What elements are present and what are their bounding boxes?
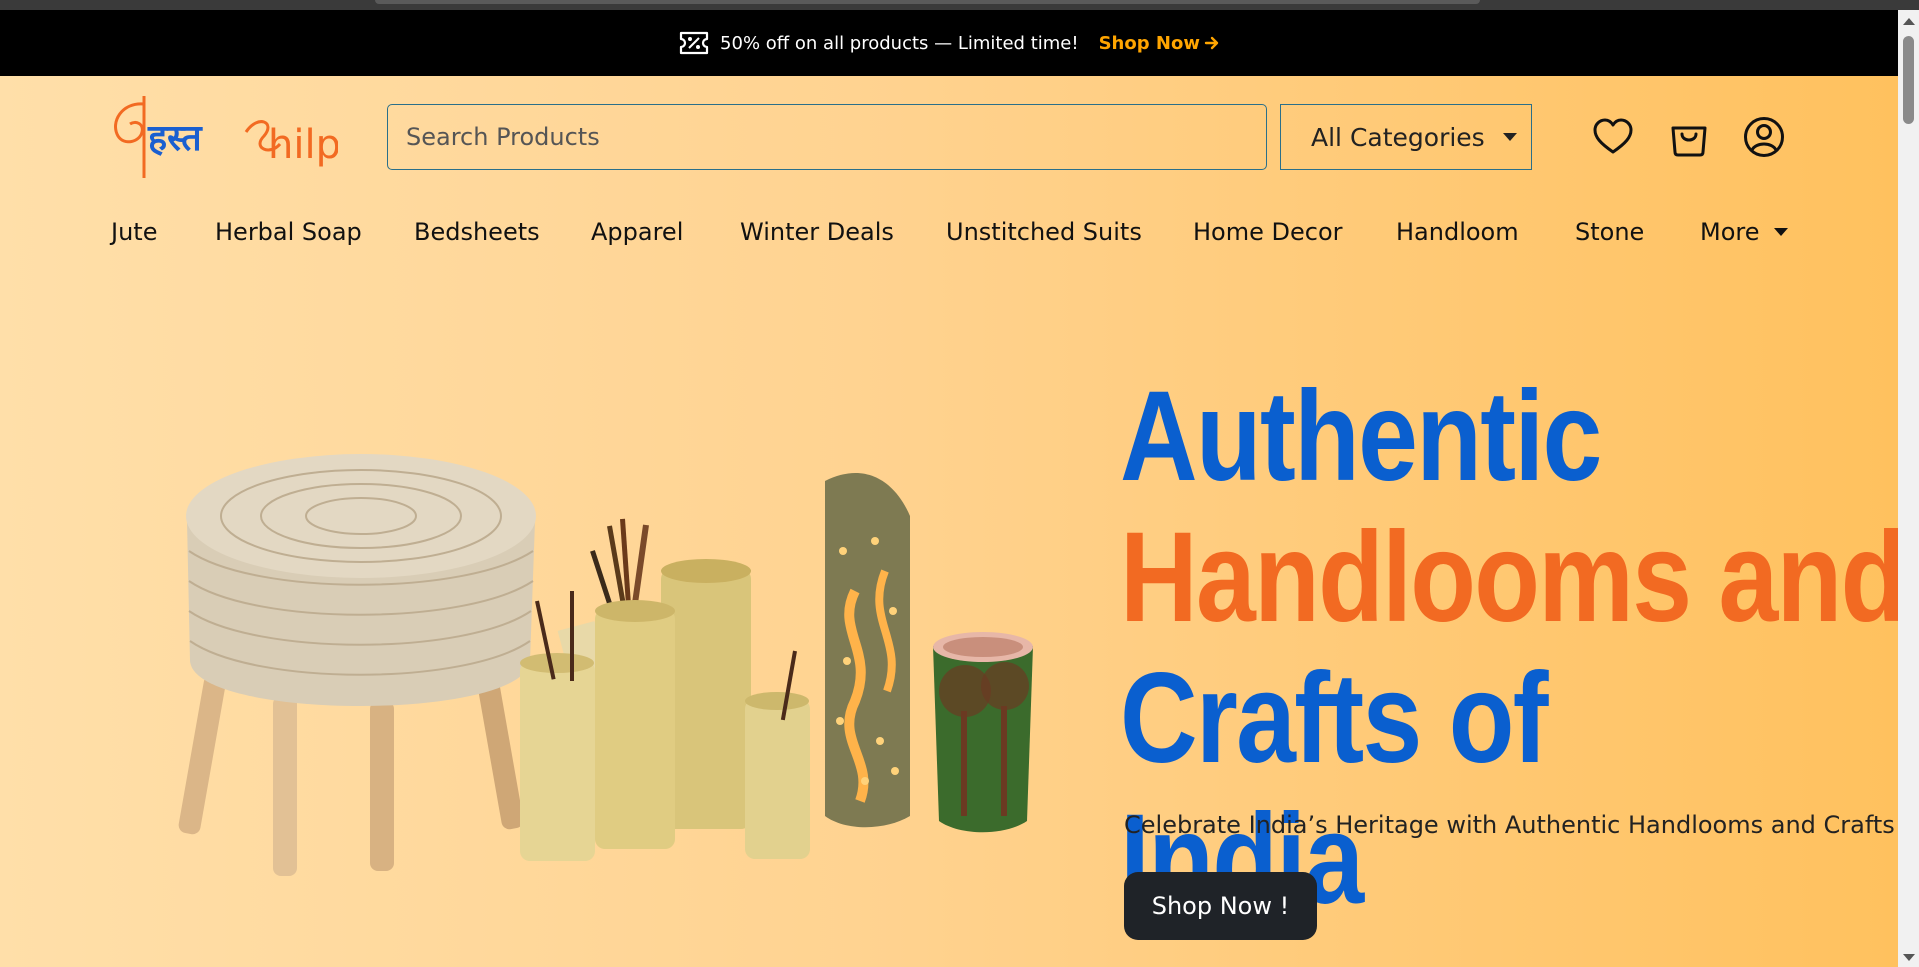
hero-headline-line2: Handlooms and <box>1120 506 1898 649</box>
chevron-down-icon <box>1502 133 1517 141</box>
discount-tag-icon <box>679 31 709 55</box>
scroll-up-icon[interactable] <box>1903 18 1915 25</box>
category-nav: Jute Herbal Soap Bedsheets Apparel Winte… <box>0 218 1898 258</box>
hero-headline-line1: Authentic <box>1120 365 1602 508</box>
user-icon[interactable] <box>1743 116 1785 158</box>
promo-banner: 50% off on all products — Limited time! … <box>0 10 1898 76</box>
nav-item-unstitched-suits[interactable]: Unstitched Suits <box>946 218 1142 246</box>
nav-item-bedsheets[interactable]: Bedsheets <box>414 218 540 246</box>
nav-more-dropdown[interactable]: More <box>1700 218 1788 246</box>
svg-text:hilp: hilp <box>268 122 338 168</box>
page-scrollbar[interactable] <box>1898 10 1919 967</box>
hero-headline: Authentic Handlooms and Crafts of India <box>1120 365 1898 930</box>
bamboo-holders-image <box>520 518 810 861</box>
heart-icon[interactable] <box>1592 116 1634 158</box>
arrow-right-icon <box>1204 36 1219 50</box>
browser-tab-indicator <box>375 0 1480 4</box>
bamboo-lamp-image <box>825 473 910 828</box>
browser-top-strip <box>0 0 1919 10</box>
hero-subtitle: Celebrate India’s Heritage with Authenti… <box>1124 811 1895 839</box>
nav-more-label: More <box>1700 218 1760 246</box>
promo-shop-now-label: Shop Now <box>1098 32 1200 54</box>
promo-shop-now-link[interactable]: Shop Now <box>1099 33 1220 54</box>
nav-item-handloom[interactable]: Handloom <box>1396 218 1519 246</box>
site-logo[interactable]: हस्त hilp <box>108 92 338 184</box>
nav-item-stone[interactable]: Stone <box>1575 218 1644 246</box>
nav-item-herbal-soap[interactable]: Herbal Soap <box>215 218 362 246</box>
svg-text:हस्त: हस्त <box>147 118 203 159</box>
scroll-down-icon[interactable] <box>1903 954 1915 961</box>
nav-item-winter-deals[interactable]: Winter Deals <box>740 218 894 246</box>
shopping-bag-icon[interactable] <box>1668 116 1710 158</box>
page-body: हस्त hilp All Categories Jute Herbal Soa… <box>0 76 1898 967</box>
shop-now-button[interactable]: Shop Now ! <box>1124 872 1317 940</box>
category-select[interactable]: All Categories <box>1280 104 1532 170</box>
hero-product-image <box>178 454 1033 876</box>
chevron-down-icon <box>1773 228 1788 236</box>
promo-text: 50% off on all products — Limited time! <box>720 32 1079 54</box>
nav-item-apparel[interactable]: Apparel <box>591 218 683 246</box>
nav-item-home-decor[interactable]: Home Decor <box>1193 218 1343 246</box>
painted-vase-image <box>933 632 1033 833</box>
scrollbar-thumb[interactable] <box>1903 36 1914 124</box>
search-input[interactable] <box>387 104 1267 170</box>
jute-stool-image <box>178 454 536 876</box>
nav-item-jute[interactable]: Jute <box>111 218 157 246</box>
category-select-label: All Categories <box>1311 122 1485 152</box>
